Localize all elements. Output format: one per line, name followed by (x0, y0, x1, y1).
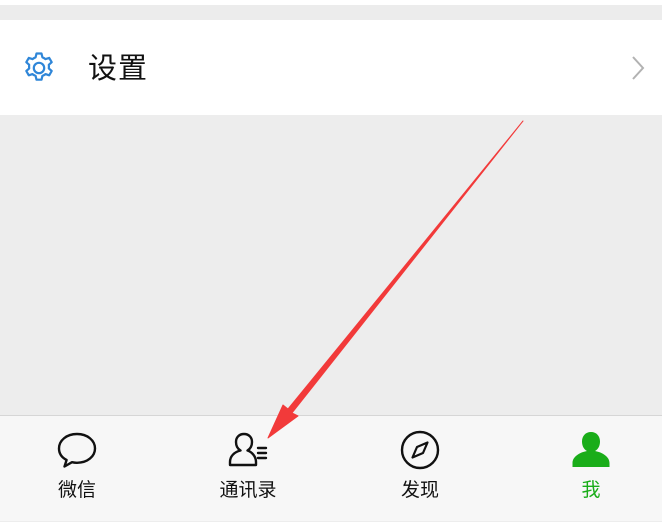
chevron-right-icon (632, 56, 645, 80)
top-strip (0, 0, 662, 20)
empty-background-area (0, 115, 662, 415)
tab-me[interactable]: 我 (521, 416, 661, 522)
chat-bubble-icon (57, 432, 97, 468)
gear-icon (25, 52, 53, 81)
tab-discover-label: 发现 (400, 479, 439, 501)
settings-row[interactable]: 设置 (0, 20, 662, 115)
tab-discover[interactable]: 发现 (350, 416, 490, 522)
tab-me-label: 我 (581, 479, 601, 501)
bottom-tab-bar: 微信 通讯录 发现 我 (0, 415, 662, 521)
tab-contacts-label: 通讯录 (219, 479, 277, 501)
tab-contacts[interactable]: 通讯录 (178, 416, 318, 522)
tab-weixin[interactable]: 微信 (7, 416, 147, 522)
compass-icon (400, 430, 440, 470)
contacts-icon (228, 432, 268, 467)
top-strip-edge (0, 0, 662, 5)
settings-label: 设置 (88, 51, 149, 85)
person-icon (572, 432, 610, 467)
tab-weixin-label: 微信 (57, 479, 96, 501)
